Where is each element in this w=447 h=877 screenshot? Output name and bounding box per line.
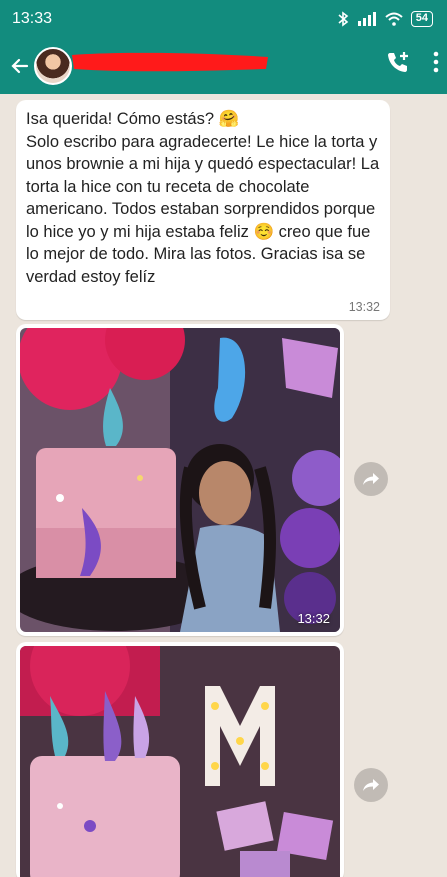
more-icon[interactable] xyxy=(433,51,439,73)
contact-name-redacted[interactable] xyxy=(70,49,270,75)
add-call-icon[interactable] xyxy=(385,49,411,75)
message-time: 13:32 xyxy=(348,300,380,314)
photo-birthday-girl[interactable]: 13:32 xyxy=(20,328,340,632)
photo-illustration xyxy=(20,328,340,632)
message-text: Isa querida! Cómo estás? 🤗 Solo escribo … xyxy=(26,110,380,286)
forward-icon xyxy=(363,779,379,791)
battery-indicator: 54 xyxy=(410,10,433,27)
contact-avatar[interactable] xyxy=(34,46,72,85)
photo-cake-closeup[interactable] xyxy=(20,646,340,877)
image-message-bubble[interactable]: 13:32 xyxy=(16,324,344,636)
image-time: 13:32 xyxy=(297,611,330,626)
text-message-bubble[interactable]: Isa querida! Cómo estás? 🤗 Solo escribo … xyxy=(16,100,390,320)
back-button[interactable] xyxy=(6,56,34,76)
image-message-bubble[interactable] xyxy=(16,642,344,877)
status-time: 13:33 xyxy=(12,9,53,27)
back-arrow-icon xyxy=(11,58,29,73)
bluetooth-icon xyxy=(338,10,349,27)
forward-icon xyxy=(363,473,379,485)
forward-button[interactable] xyxy=(354,462,388,496)
photo-illustration xyxy=(20,646,340,877)
wifi-icon xyxy=(385,12,403,26)
chat-area[interactable]: Isa querida! Cómo estás? 🤗 Solo escribo … xyxy=(0,94,447,877)
signal-icon xyxy=(357,11,376,26)
forward-button[interactable] xyxy=(354,768,388,802)
status-icons: 54 xyxy=(337,10,433,27)
status-bar: 13:33 54 xyxy=(0,0,447,37)
header-actions xyxy=(385,49,439,75)
chat-header xyxy=(0,37,447,94)
